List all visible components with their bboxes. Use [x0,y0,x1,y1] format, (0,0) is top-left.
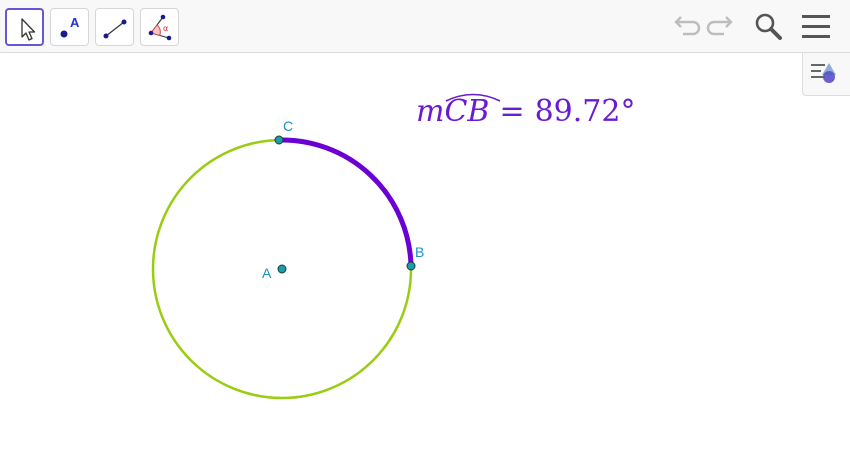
point-tool-label: A [70,15,80,30]
point-a[interactable] [277,264,287,274]
measure-value: 89.72° [534,94,636,129]
arrow-cursor-icon [21,18,36,41]
undo-button[interactable] [668,10,702,44]
arc-cb[interactable] [278,137,414,267]
point-a-label: A [262,265,272,281]
search-icon [755,13,782,40]
move-tool-button[interactable] [5,8,44,46]
segment-icon [103,19,127,39]
point-b-label: B [415,244,425,260]
angle-icon: α [148,14,172,41]
angle-tool-label: α [163,24,168,33]
toolbar: A α [0,0,850,53]
measure-prefix: m [416,94,445,129]
arc-name-wrap: CB [444,90,501,134]
angle-tool-button[interactable]: α [140,8,179,46]
segment-tool-button[interactable] [95,8,134,46]
point-c-label: C [283,118,294,134]
undo-icon [674,16,701,36]
measure-equals: = [499,94,525,129]
point-tool-button[interactable]: A [50,8,89,46]
point-icon: A [60,15,80,38]
redo-button[interactable] [705,10,739,44]
menu-icon [802,15,830,38]
main-menu-button[interactable] [799,10,833,44]
arc-hat-icon [446,93,501,102]
search-button[interactable] [751,10,785,44]
point-b[interactable] [406,261,416,271]
point-c[interactable] [274,135,284,145]
arc-measure-text[interactable]: m CB = 89.72° [416,90,635,134]
redo-icon [706,16,733,36]
